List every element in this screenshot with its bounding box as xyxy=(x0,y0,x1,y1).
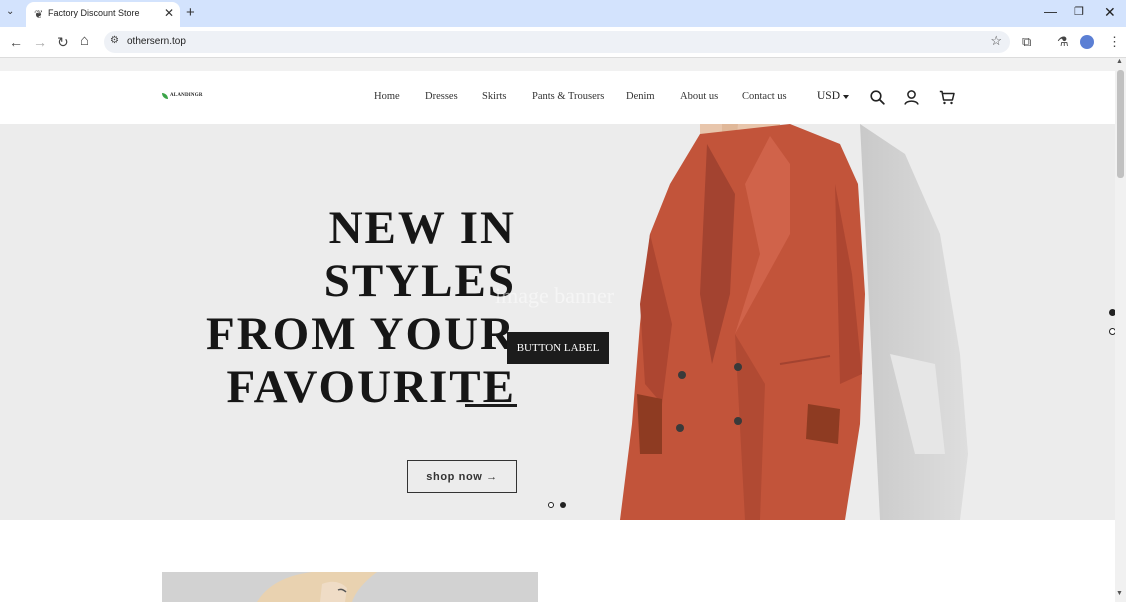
featured-model-image[interactable] xyxy=(162,572,538,602)
hero-title: NEW IN STYLES FROM YOUR FAVOURITE xyxy=(150,202,516,414)
model-photo xyxy=(162,572,538,602)
cart-icon[interactable] xyxy=(939,90,955,105)
browser-menu-icon[interactable]: ⋮ xyxy=(1108,34,1121,50)
page-top-strip xyxy=(0,58,1126,71)
nav-home[interactable]: Home xyxy=(374,91,400,102)
chevron-down-icon[interactable] xyxy=(843,95,849,99)
forward-icon[interactable]: → xyxy=(33,34,47,50)
slide-dot-2[interactable] xyxy=(560,502,566,508)
new-tab-icon[interactable]: + xyxy=(186,4,195,21)
search-icon[interactable] xyxy=(870,90,885,105)
extensions-icon[interactable]: ⧉ xyxy=(1022,34,1031,50)
currency-selector[interactable]: USD xyxy=(817,90,840,102)
close-tab-icon[interactable]: ✕ xyxy=(164,6,174,20)
browser-tab-strip: ⌄ ❦ Factory Discount Store ✕ + — ❐ ✕ xyxy=(0,0,1126,27)
shop-now-button[interactable]: shop now → xyxy=(407,460,517,493)
button-label-button[interactable]: BUTTON LABEL xyxy=(507,332,609,364)
labs-icon[interactable]: ⚗ xyxy=(1057,34,1069,50)
nav-about-us[interactable]: About us xyxy=(680,91,718,102)
hero-title-line: FAVOURITE xyxy=(226,361,516,413)
hero-title-line: FROM YOUR xyxy=(206,308,516,360)
slide-dot-1[interactable] xyxy=(548,502,554,508)
nav-denim[interactable]: Denim xyxy=(626,91,655,102)
hero-divider xyxy=(465,404,517,407)
profile-avatar-icon[interactable] xyxy=(1080,35,1094,49)
nav-pants-trousers[interactable]: Pants & Trousers xyxy=(532,91,604,102)
tab-title: Factory Discount Store xyxy=(48,8,140,18)
image-banner-watermark: image banner xyxy=(495,283,615,308)
site-info-icon[interactable]: ⚙ xyxy=(110,35,119,46)
site-logo[interactable]: ALANDINGR xyxy=(162,93,202,101)
nav-contact-us[interactable]: Contact us xyxy=(742,91,787,102)
home-icon[interactable]: ⌂ xyxy=(80,32,89,49)
browser-tab[interactable]: ❦ Factory Discount Store ✕ xyxy=(26,2,180,27)
scroll-up-icon[interactable]: ▲ xyxy=(1116,58,1123,65)
hero-title-line: NEW IN STYLES xyxy=(323,202,516,307)
scroll-down-icon[interactable]: ▼ xyxy=(1116,590,1123,597)
hero-banner: NEW IN STYLES FROM YOUR FAVOURITE image … xyxy=(0,124,1115,520)
nav-dresses[interactable]: Dresses xyxy=(425,91,458,102)
nav-skirts[interactable]: Skirts xyxy=(482,91,507,102)
reload-icon[interactable]: ↻ xyxy=(57,34,69,51)
minimize-icon[interactable]: — xyxy=(1044,4,1057,19)
restore-icon[interactable]: ❐ xyxy=(1074,5,1084,18)
scroll-thumb[interactable] xyxy=(1117,70,1124,178)
page-scrollbar[interactable]: ▲ ▼ xyxy=(1115,58,1126,602)
window-close-icon[interactable]: ✕ xyxy=(1104,4,1116,21)
url-text[interactable]: othersern.top xyxy=(127,36,186,47)
site-favicon-icon: ❦ xyxy=(34,9,44,21)
tab-list-icon[interactable]: ⌄ xyxy=(6,6,14,17)
back-icon[interactable]: ← xyxy=(9,34,23,50)
logo-text: ALANDINGR xyxy=(170,93,203,98)
account-icon[interactable] xyxy=(904,90,919,105)
bookmark-star-icon[interactable]: ☆ xyxy=(990,33,1002,49)
logo-leaf-icon xyxy=(162,93,168,99)
site-header: ALANDINGR Home Dresses Skirts Pants & Tr… xyxy=(0,71,1115,124)
address-bar[interactable]: ⚙ othersern.top ☆ xyxy=(104,31,1010,53)
featured-section xyxy=(0,520,1115,602)
